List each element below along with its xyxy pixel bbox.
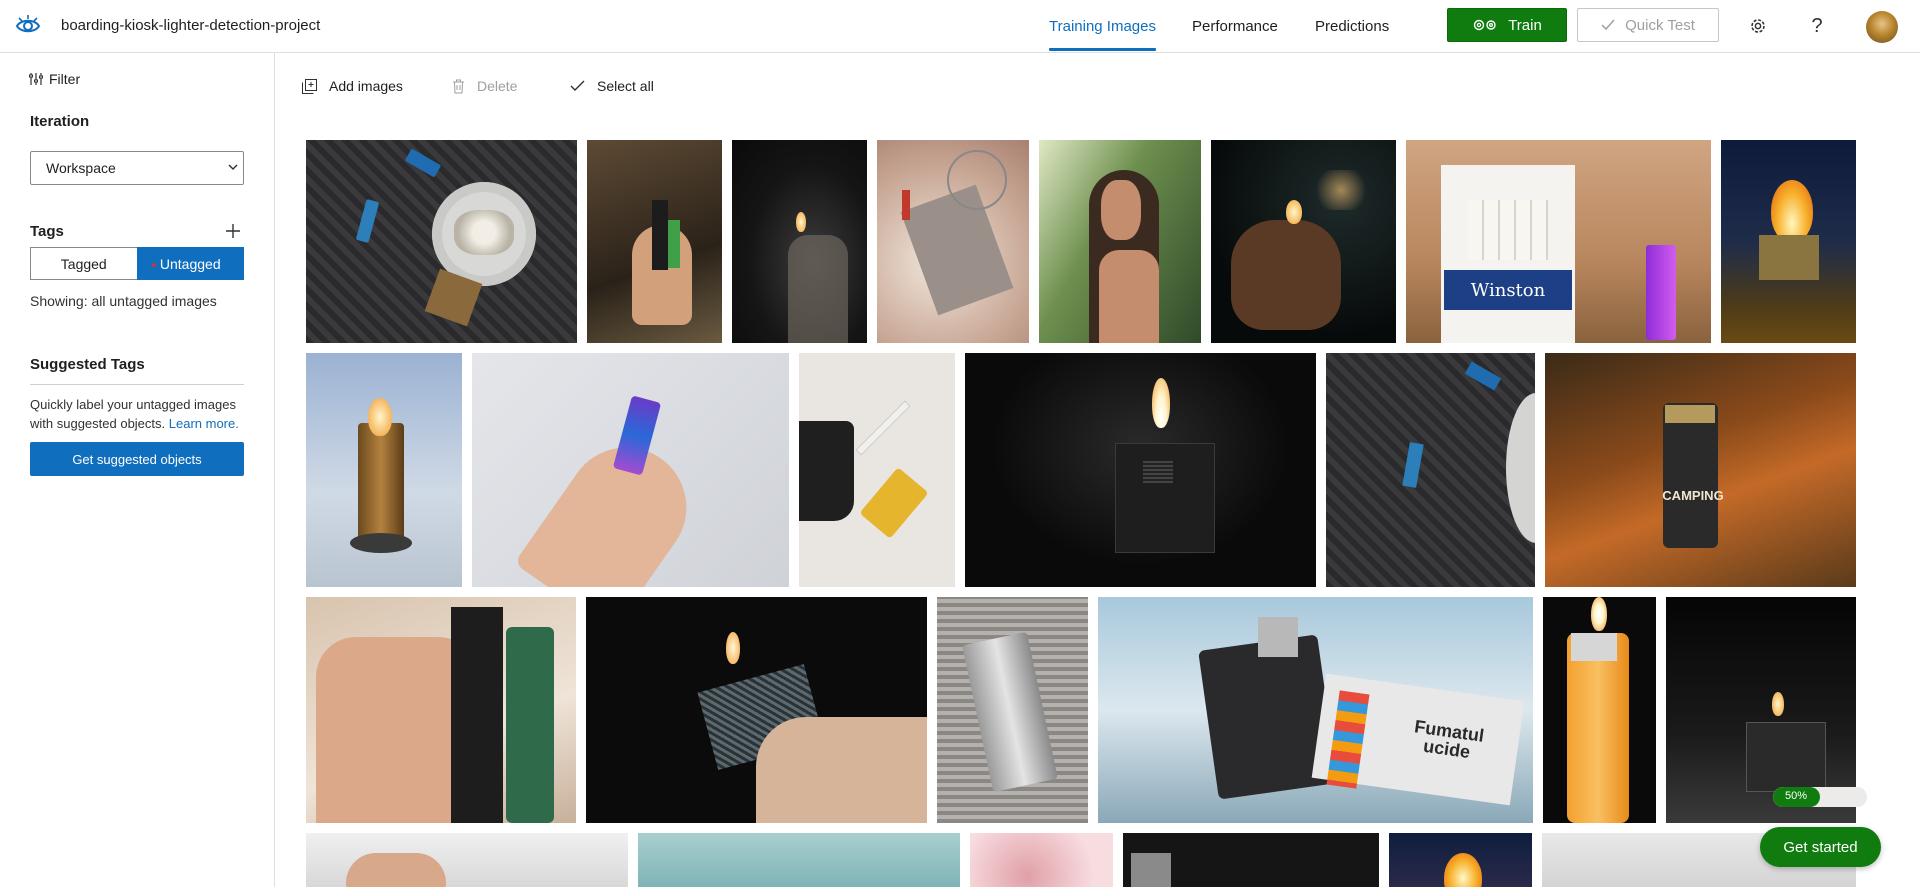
- image-tile[interactable]: [799, 353, 955, 587]
- add-images-button[interactable]: Add images: [302, 74, 403, 98]
- top-bar: boarding-kiosk-lighter-detection-project…: [0, 0, 1920, 53]
- suggested-description: Quickly label your untagged images with …: [30, 395, 244, 433]
- image-tile[interactable]: [965, 353, 1316, 587]
- select-all-button[interactable]: Select all: [570, 74, 654, 98]
- image-tile[interactable]: [638, 833, 960, 887]
- image-tile[interactable]: [587, 140, 722, 343]
- suggested-tags-heading: Suggested Tags: [30, 356, 145, 373]
- sidebar: Filter Iteration Workspace Tags Tagged U…: [0, 53, 275, 887]
- filter-button[interactable]: Filter: [29, 71, 80, 87]
- image-tile[interactable]: CAMPING: [1545, 353, 1856, 587]
- eye-icon[interactable]: [14, 12, 42, 40]
- progress-bar: 50%: [1773, 787, 1867, 807]
- avatar[interactable]: [1866, 11, 1898, 43]
- image-tile[interactable]: [306, 597, 576, 823]
- quick-test-label: Quick Test: [1625, 16, 1695, 34]
- quick-test-button[interactable]: Quick Test: [1577, 8, 1719, 42]
- image-tile[interactable]: [306, 833, 628, 887]
- image-tile[interactable]: [937, 597, 1088, 823]
- untagged-dot-icon: [151, 263, 156, 267]
- help-icon[interactable]: ?: [1805, 14, 1829, 38]
- get-started-button[interactable]: Get started: [1760, 827, 1881, 867]
- image-tile[interactable]: [732, 140, 867, 343]
- image-tile[interactable]: [586, 597, 927, 823]
- tag-filter-toggle: Tagged Untagged: [30, 247, 244, 280]
- camping-lighter-label: CAMPING: [1662, 488, 1724, 503]
- add-images-icon: [302, 78, 317, 94]
- image-tile[interactable]: [472, 353, 789, 587]
- image-tile[interactable]: Fumatul ucide: [1098, 597, 1533, 823]
- image-tile[interactable]: [877, 140, 1029, 343]
- image-tile[interactable]: [1389, 833, 1532, 887]
- iteration-value: Workspace: [46, 160, 116, 176]
- delete-label: Delete: [477, 78, 518, 94]
- get-suggested-objects-button[interactable]: Get suggested objects: [30, 442, 244, 476]
- tags-heading: Tags: [30, 223, 64, 240]
- delete-button[interactable]: Delete: [452, 74, 517, 98]
- untagged-tab[interactable]: Untagged: [136, 247, 244, 280]
- gears-icon: [1473, 19, 1496, 31]
- tab-performance[interactable]: Performance: [1192, 0, 1278, 53]
- progress-label: 50%: [1785, 790, 1808, 802]
- untagged-label: Untagged: [159, 255, 221, 272]
- trash-icon: [453, 79, 464, 93]
- showing-text: Showing: all untagged images: [30, 293, 217, 309]
- image-tile[interactable]: [1123, 833, 1379, 887]
- image-tile[interactable]: [1326, 353, 1535, 587]
- train-button[interactable]: Train: [1447, 8, 1567, 42]
- image-tile[interactable]: [306, 353, 462, 587]
- add-images-label: Add images: [329, 78, 403, 94]
- filter-label: Filter: [49, 71, 81, 87]
- project-name: boarding-kiosk-lighter-detection-project: [61, 17, 321, 34]
- filter-icon: [29, 73, 43, 85]
- image-tile[interactable]: Winston: [1406, 140, 1711, 343]
- iteration-select[interactable]: Workspace: [30, 151, 244, 185]
- add-tag-icon[interactable]: [225, 223, 241, 239]
- image-tile[interactable]: [1721, 140, 1856, 343]
- gear-icon[interactable]: [1746, 14, 1770, 38]
- winston-pack-label: Winston: [1444, 270, 1572, 310]
- learn-more-link[interactable]: Learn more.: [169, 416, 239, 431]
- tab-predictions[interactable]: Predictions: [1315, 0, 1389, 53]
- select-all-label: Select all: [597, 78, 654, 94]
- image-tile[interactable]: [306, 140, 577, 343]
- chevron-down-icon: [228, 164, 238, 170]
- check-icon: [570, 80, 585, 91]
- tagged-tab[interactable]: Tagged: [30, 247, 137, 280]
- train-label: Train: [1508, 16, 1542, 34]
- image-tile[interactable]: [970, 833, 1113, 887]
- check-icon: [1601, 19, 1615, 31]
- divider: [30, 384, 244, 385]
- iteration-heading: Iteration: [30, 113, 90, 130]
- image-tile[interactable]: [1543, 597, 1656, 823]
- image-tile[interactable]: [1211, 140, 1396, 343]
- image-tile[interactable]: [1039, 140, 1201, 343]
- tab-training-images[interactable]: Training Images: [1049, 0, 1156, 53]
